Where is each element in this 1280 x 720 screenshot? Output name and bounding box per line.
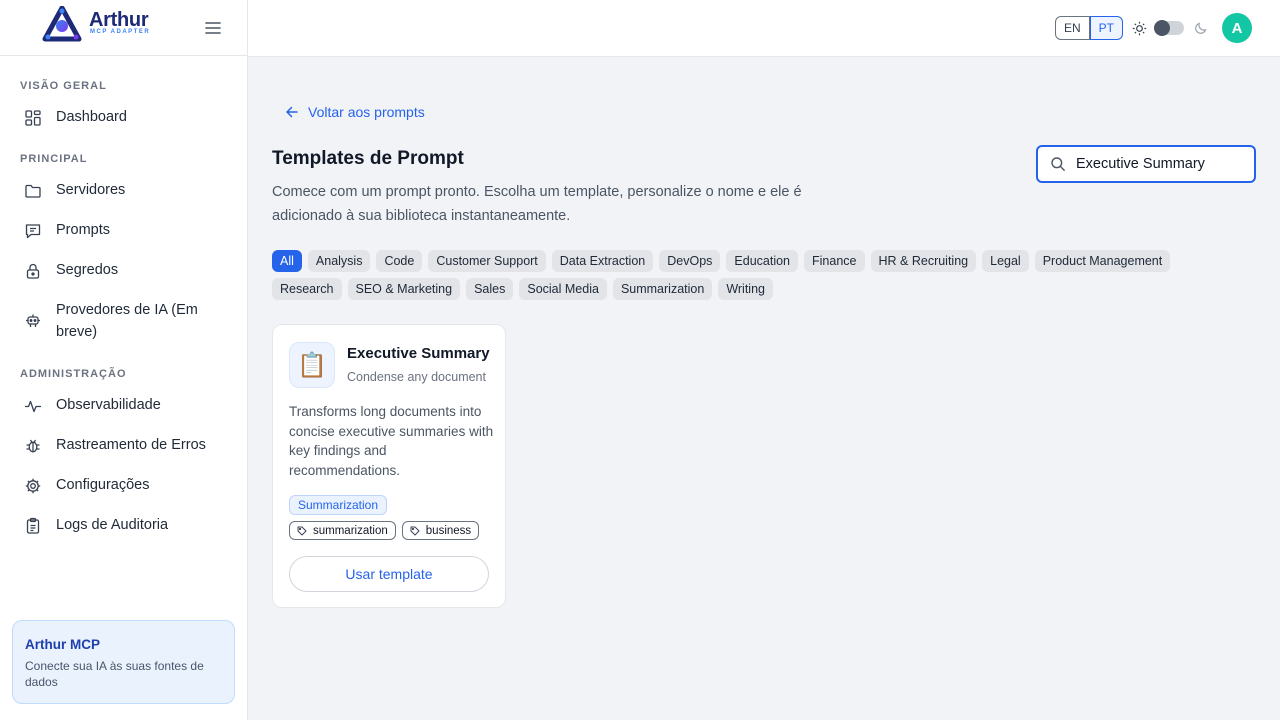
hamburger-menu-icon[interactable] <box>202 18 224 38</box>
category-chip[interactable]: Summarization <box>612 278 713 300</box>
activity-icon <box>24 400 42 413</box>
dashboard-icon <box>25 110 41 126</box>
category-chip[interactable]: DevOps <box>659 250 721 272</box>
search-input[interactable] <box>1076 156 1246 172</box>
template-title: Executive Summary <box>347 345 490 362</box>
category-chip[interactable]: Customer Support <box>428 250 546 272</box>
sidebar-item-configuracoes[interactable]: Configurações <box>12 476 236 496</box>
category-chip[interactable]: Education <box>726 250 799 272</box>
sidebar-item-label: Rastreamento de Erros <box>56 437 206 453</box>
category-chip[interactable]: Writing <box>718 278 773 300</box>
category-chip[interactable]: Analysis <box>307 250 371 272</box>
tag-icon <box>410 526 420 535</box>
page-title: Templates de Prompt <box>272 148 464 169</box>
sidebar-item-provedores-ia[interactable]: Provedores de IA (Em breve) <box>12 301 212 343</box>
sidebar-item-label: Configurações <box>56 477 150 493</box>
folder-icon <box>25 184 41 198</box>
brand-subtitle: MCP ADAPTER <box>90 29 151 35</box>
sidebar-item-segredos[interactable]: Segredos <box>12 261 236 281</box>
template-card: 📋 Executive Summary Condense any documen… <box>272 324 506 608</box>
sidebar-item-label: Servidores <box>56 182 126 198</box>
theme-toggle-switch[interactable] <box>1154 20 1184 36</box>
sidebar-item-servidores[interactable]: Servidores <box>12 181 236 201</box>
back-to-prompts-link[interactable]: Voltar aos prompts <box>285 104 425 120</box>
sidebar-item-label: Prompts <box>56 222 110 238</box>
category-chip[interactable]: Sales <box>466 278 514 300</box>
category-chip[interactable]: Research <box>272 278 342 300</box>
category-chip[interactable]: HR & Recruiting <box>870 250 977 272</box>
section-title-principal: PRINCIPAL <box>20 153 88 165</box>
sidebar-item-prompts[interactable]: Prompts <box>12 221 236 241</box>
use-template-button[interactable]: Usar template <box>289 556 489 592</box>
template-tags: summarization business <box>289 521 480 540</box>
language-en-button[interactable]: EN <box>1055 16 1090 40</box>
arthur-logo-icon <box>42 6 82 42</box>
category-chip[interactable]: Code <box>376 250 423 272</box>
sidebar: Arthur MCP ADAPTER VISÃO GERAL Dashboard… <box>0 0 248 720</box>
sidebar-item-logs-auditoria[interactable]: Logs de Auditoria <box>12 516 236 536</box>
category-chip[interactable]: Finance <box>804 250 865 272</box>
category-chip[interactable]: Social Media <box>519 278 607 300</box>
clipboard-emoji-icon: 📋 <box>289 342 335 388</box>
tag-label: business <box>425 524 472 537</box>
page-description: Comece com um prompt pronto. Escolha um … <box>272 184 802 224</box>
arrow-left-icon <box>286 106 298 118</box>
tag: summarization <box>289 521 396 540</box>
back-link-label: Voltar aos prompts <box>308 104 425 120</box>
section-title-admin: ADMINISTRAÇÃO <box>20 368 127 380</box>
category-filter-chips: All Analysis Code Customer Support Data Extr… <box>272 250 1202 300</box>
sidebar-item-observabilidade[interactable]: Observabilidade <box>12 396 236 416</box>
message-icon <box>25 224 41 239</box>
bug-icon <box>26 439 40 453</box>
clipboard-icon <box>26 517 40 534</box>
category-chip[interactable]: All <box>272 250 302 272</box>
sidebar-item-label: Segredos <box>56 262 119 278</box>
tag: business <box>401 521 480 540</box>
category-chip[interactable]: Product Management <box>1034 250 1171 272</box>
user-avatar[interactable]: A <box>1222 13 1252 43</box>
gear-icon <box>25 478 41 494</box>
template-category-badge: Summarization <box>289 495 388 515</box>
category-chip[interactable]: Data Extraction <box>551 250 654 272</box>
sidebar-item-label: Observabilidade <box>56 397 161 413</box>
sidebar-item-label: Logs de Auditoria <box>56 517 169 533</box>
language-pt-button[interactable]: PT <box>1089 16 1124 40</box>
sun-icon <box>1132 21 1147 36</box>
promo-card: Arthur MCP Conecte sua IA às suas fontes… <box>12 620 235 704</box>
section-title-overview: VISÃO GERAL <box>20 80 107 92</box>
template-description: Transforms long documents into concise e… <box>289 404 494 478</box>
theme-toggle-knob <box>1154 20 1170 36</box>
sidebar-item-label: Dashboard <box>56 109 127 125</box>
category-chip[interactable]: SEO & Marketing <box>347 278 461 300</box>
sidebar-item-label: Provedores de IA (Em breve) <box>56 302 198 340</box>
lock-icon <box>26 263 40 279</box>
brand-header: Arthur MCP ADAPTER <box>0 0 247 56</box>
sidebar-item-rastreamento-erros[interactable]: Rastreamento de Erros <box>12 436 236 456</box>
template-search <box>1036 145 1256 183</box>
moon-icon <box>1195 22 1207 34</box>
promo-description: Conecte sua IA às suas fontes de dados <box>25 659 204 689</box>
category-chip[interactable]: Legal <box>982 250 1029 272</box>
tag-icon <box>297 526 307 535</box>
language-switcher: EN PT <box>1055 16 1124 40</box>
search-icon <box>1051 157 1065 171</box>
top-bar: EN PT A <box>248 0 1280 57</box>
template-subtitle: Condense any document <box>347 370 486 384</box>
sidebar-item-dashboard[interactable]: Dashboard <box>12 108 236 128</box>
promo-title: Arthur MCP <box>25 637 100 652</box>
tag-label: summarization <box>313 524 388 537</box>
robot-icon <box>26 314 40 327</box>
